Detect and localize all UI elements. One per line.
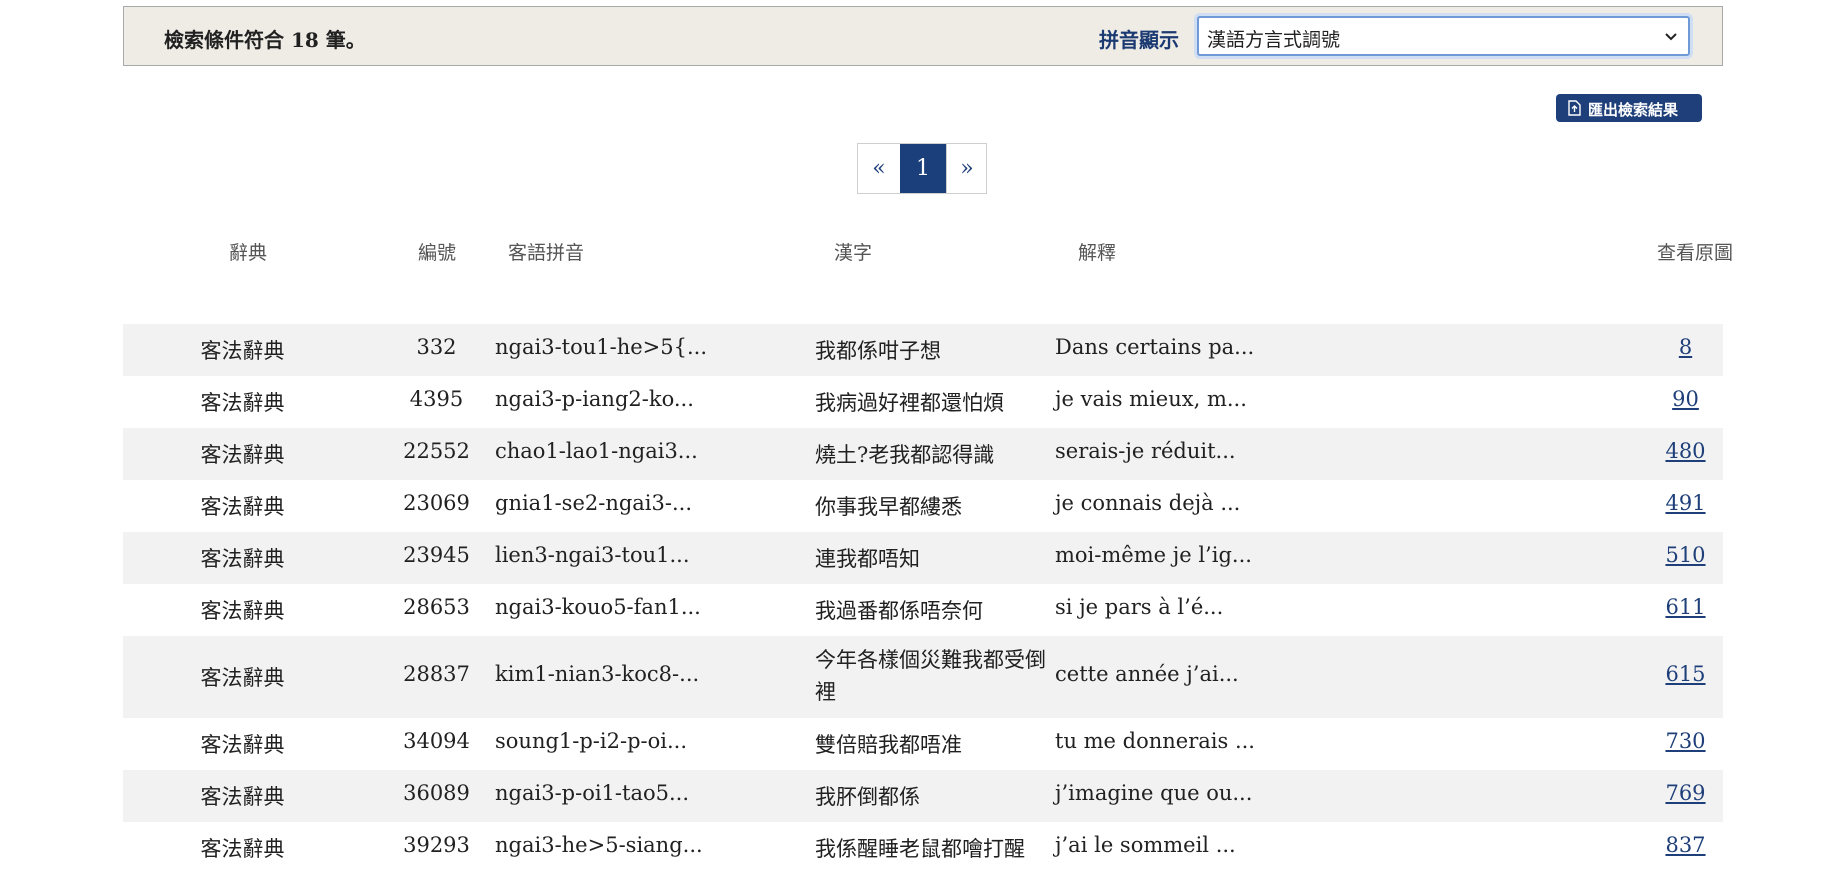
table-row: 客法辭典 23945 lien3-ngai3-tou1... 連我都唔知 moi-mêm… [123,532,1723,584]
table-row: 客法辭典 4395 ngai3-p-iang2-ko... 我病過好裡都還怕煩 je v… [123,376,1723,428]
explanation-cell: j’ai le sommeil ... [1055,833,1236,857]
number-cell: 28837 [403,662,470,686]
column-header-chinese: 漢字 [834,242,873,264]
view-image-link[interactable]: 730 [1650,729,1721,753]
explanation-cell: serais-je réduit... [1055,439,1236,463]
column-header-hakka-pinyin: 客語拼音 [508,242,585,264]
dictionary-cell: 客法辭典 [200,837,285,861]
pagination-prev[interactable]: « [858,144,901,193]
chinese-cell: 我過番都係唔奈何 [815,599,983,623]
pinyin-cell: kim1-nian3-koc8-... [495,662,700,686]
table-row: 客法辭典 23069 gnia1-se2-ngai3-... 你事我早都縷悉 je co… [123,480,1723,532]
view-image-link[interactable]: 90 [1650,387,1721,411]
explanation-cell: je connais dejà ... [1055,491,1241,515]
dictionary-cell: 客法辭典 [200,339,285,363]
explanation-cell: tu me donnerais ... [1055,729,1255,753]
explanation-cell: Dans certains pa... [1055,335,1255,359]
explanation-cell: j’imagine que ou... [1055,781,1253,805]
chinese-cell: 你事我早都縷悉 [815,495,962,519]
explanation-cell: si je pars à l’é... [1055,595,1224,619]
number-cell: 4395 [409,387,464,411]
dictionary-cell: 客法辭典 [200,443,285,467]
export-file-icon [1568,100,1581,116]
view-image-link[interactable]: 480 [1650,439,1721,463]
view-image-link[interactable]: 510 [1650,543,1721,567]
chinese-cell: 連我都唔知 [815,547,920,571]
pinyin-cell: ngai3-tou1-he>5{... [495,335,708,359]
pinyin-cell: ngai3-he>5-siang... [495,833,703,857]
number-cell: 28653 [403,595,470,619]
number-cell: 332 [416,335,457,359]
pinyin-display-select[interactable]: 漢語方言式調號 [1197,16,1690,56]
number-cell: 23069 [403,491,470,515]
table-row: 客法辭典 34094 soung1-p-i2-p-oi... 雙倍賠我都唔准 tu me… [123,718,1723,770]
explanation-cell: je vais mieux, m... [1055,387,1247,411]
dictionary-cell: 客法辭典 [200,666,285,690]
chinese-cell: 我肧倒都係 [815,785,920,809]
export-results-label: 匯出檢索結果 [1588,101,1679,119]
pinyin-cell: ngai3-p-oi1-tao5... [495,781,690,805]
view-image-link[interactable]: 491 [1650,491,1721,515]
pinyin-cell: ngai3-p-iang2-ko... [495,387,694,411]
table-row: 客法辭典 28837 kim1-nian3-koc8-... 今年各樣個災難我都受倒裡… [123,636,1723,718]
explanation-cell: moi-même je l’ig... [1055,543,1252,567]
chevron-down-icon [1665,33,1677,41]
dictionary-cell: 客法辭典 [200,495,285,519]
pinyin-cell: soung1-p-i2-p-oi... [495,729,688,753]
column-header-view-image: 查看原圖 [1657,242,1734,264]
pinyin-display-label: 拼音顯示 [1099,28,1179,52]
dictionary-cell: 客法辭典 [200,391,285,415]
column-header-dictionary: 辭典 [229,242,268,264]
chinese-cell: 我係醒睡老鼠都噲打醒 [815,837,1025,861]
chinese-cell: 我都係咁子想 [815,339,941,363]
pinyin-select-value: 漢語方言式調號 [1207,29,1341,51]
explanation-cell: cette année j’ai... [1055,662,1239,686]
view-image-link[interactable]: 611 [1650,595,1721,619]
view-image-link[interactable]: 769 [1650,781,1721,805]
column-header-number: 編號 [418,242,457,264]
table-row: 客法辭典 36089 ngai3-p-oi1-tao5... 我肧倒都係 j’imagi… [123,770,1723,822]
table-row: 客法辭典 332 ngai3-tou1-he>5{... 我都係咁子想 Dans cer… [123,324,1723,376]
dictionary-cell: 客法辭典 [200,599,285,623]
pinyin-cell: lien3-ngai3-tou1... [495,543,690,567]
table-row: 客法辭典 22552 chao1-lao1-ngai3... 燒土?老我都認得識 ser… [123,428,1723,480]
export-results-button[interactable]: 匯出檢索結果 [1556,94,1702,122]
dictionary-cell: 客法辭典 [200,547,285,571]
column-header-explanation: 解釋 [1078,242,1117,264]
pinyin-cell: gnia1-se2-ngai3-... [495,491,693,515]
pagination-page-current[interactable]: 1 [900,144,946,193]
view-image-link[interactable]: 837 [1650,833,1721,857]
number-cell: 36089 [403,781,470,805]
dictionary-cell: 客法辭典 [200,733,285,757]
pagination-next[interactable]: » [946,144,987,193]
chinese-cell: 雙倍賠我都唔准 [815,733,962,757]
number-cell: 39293 [403,833,470,857]
view-image-link[interactable]: 615 [1650,662,1721,686]
chinese-cell: 今年各樣個災難我都受倒裡 [815,648,1046,704]
view-image-link[interactable]: 8 [1650,335,1721,359]
result-count: 檢索條件符合 18 筆。 [164,28,366,52]
table-row: 客法辭典 39293 ngai3-he>5-siang... 我係醒睡老鼠都噲打醒 j’… [123,822,1723,874]
dictionary-cell: 客法辭典 [200,785,285,809]
pagination: « 1 » [857,143,987,194]
number-cell: 22552 [403,439,470,463]
pinyin-cell: ngai3-kouo5-fan1... [495,595,701,619]
chinese-cell: 燒土?老我都認得識 [815,443,995,467]
number-cell: 34094 [403,729,470,753]
number-cell: 23945 [403,543,470,567]
pinyin-cell: chao1-lao1-ngai3... [495,439,698,463]
chinese-cell: 我病過好裡都還怕煩 [815,391,1004,415]
table-row: 客法辭典 28653 ngai3-kouo5-fan1... 我過番都係唔奈何 si j… [123,584,1723,636]
search-summary-bar: 檢索條件符合 18 筆。 拼音顯示 漢語方言式調號 [123,6,1723,66]
